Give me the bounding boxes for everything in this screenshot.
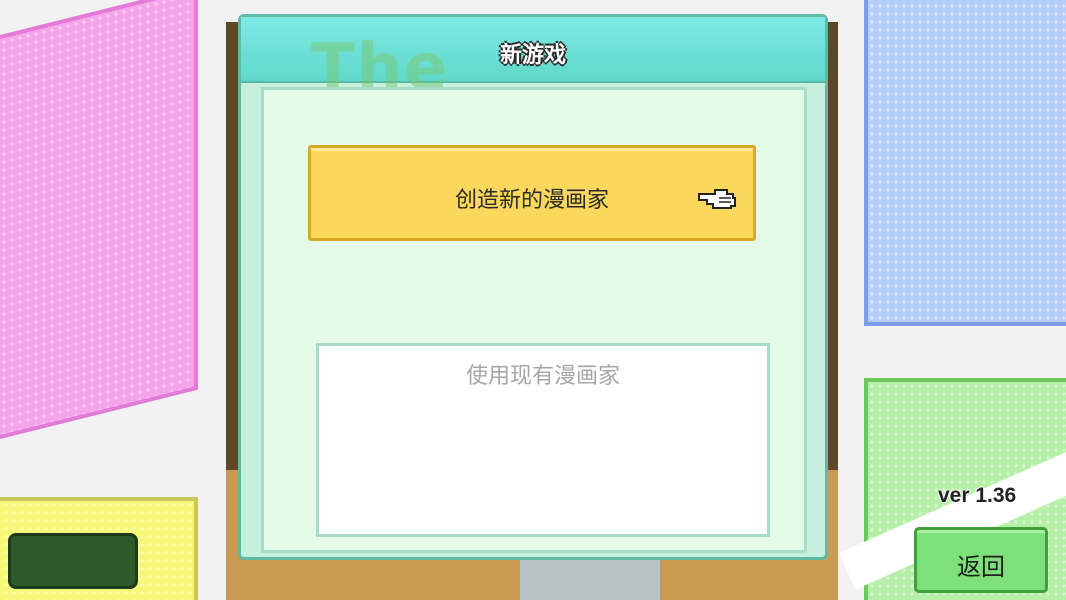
- new-game-dialog: The 新游戏 创造新的漫画家 使用现有漫画家: [238, 14, 828, 560]
- version-label: ver 1.36: [938, 484, 1017, 507]
- create-new-artist-label: 创造新的漫画家: [454, 188, 609, 213]
- use-existing-artist-label: 使用现有漫画家: [465, 364, 620, 389]
- background-panel-blue: [864, 0, 1066, 326]
- background-panel-pink: [0, 0, 198, 445]
- pointing-hand-icon: [698, 189, 736, 209]
- use-existing-artist-panel[interactable]: 使用现有漫画家: [316, 343, 770, 537]
- back-button[interactable]: 返回: [914, 527, 1048, 593]
- dialog-header: The 新游戏: [241, 17, 825, 105]
- create-new-artist-button[interactable]: 创造新的漫画家: [308, 145, 756, 241]
- background-green-pill: [8, 533, 138, 589]
- dialog-title: 新游戏: [499, 43, 566, 68]
- dialog-body: 创造新的漫画家 使用现有漫画家: [261, 87, 807, 553]
- back-button-label: 返回: [957, 553, 1005, 581]
